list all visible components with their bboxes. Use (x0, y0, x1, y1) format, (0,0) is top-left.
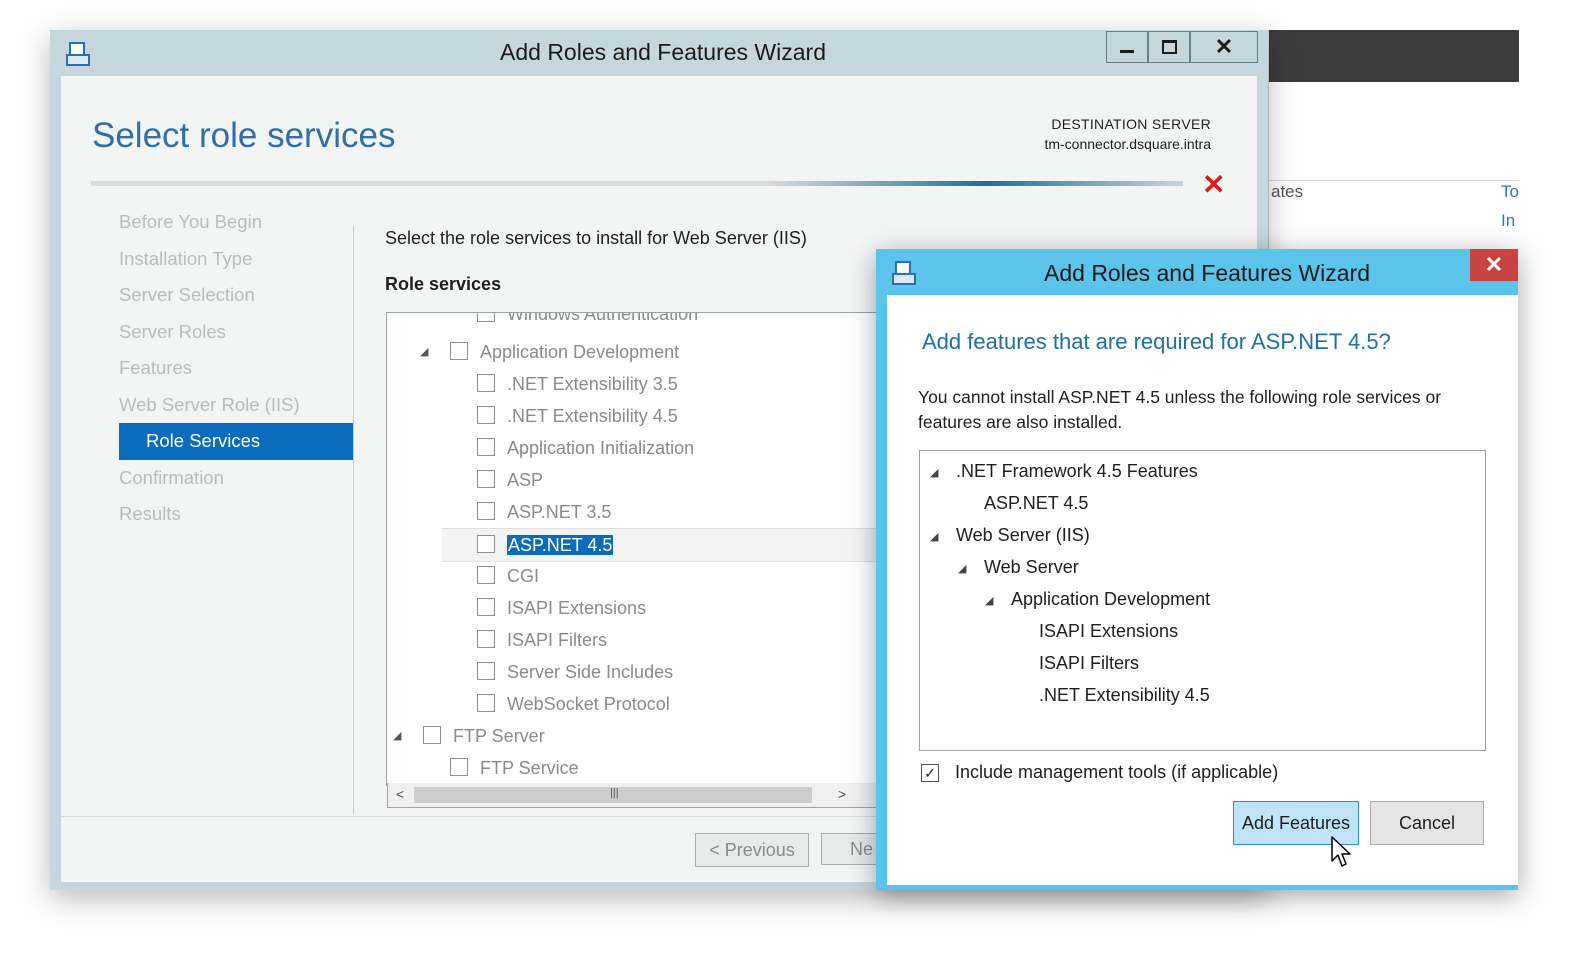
close-icon: ✕ (1484, 252, 1504, 277)
include-management-tools-checkbox[interactable]: ✓ (921, 763, 939, 782)
checkbox[interactable] (477, 630, 495, 649)
feature-item: ◢ Web Server (IIS) (930, 525, 1090, 545)
nav-results[interactable]: Results (119, 496, 353, 533)
feature-item: ◢ Web Server (958, 557, 1079, 577)
tree-item-application-development[interactable]: ◢ Application Development (420, 336, 679, 368)
background-window-titlebar (1269, 30, 1519, 82)
background-text: ates (1271, 182, 1304, 201)
minimize-button[interactable] (1106, 31, 1148, 63)
main-window-title: Add Roles and Features Wizard (500, 39, 826, 65)
nav-web-server-role[interactable]: Web Server Role (IIS) (119, 387, 353, 424)
feature-item: ◢ .NET Framework 4.5 Features (930, 461, 1198, 481)
main-titlebar[interactable]: Add Roles and Features Wizard ✕ (50, 30, 1268, 76)
close-button[interactable]: ✕ (1190, 31, 1258, 63)
checkmark-icon: ✓ (924, 764, 936, 781)
wizard-nav: Before You Begin Installation Type Serve… (119, 204, 353, 533)
progress-line (91, 181, 1183, 186)
required-features-dialog: Add Roles and Features Wizard ✕ Add feat… (876, 249, 1518, 890)
background-link-1[interactable]: To (1501, 182, 1519, 202)
nav-before-you-begin[interactable]: Before You Begin (119, 204, 353, 241)
cancel-button[interactable]: Cancel (1370, 801, 1484, 845)
checkbox[interactable] (477, 598, 495, 617)
background-divider (1269, 180, 1519, 181)
checkbox[interactable] (423, 726, 441, 745)
required-features-list: ◢ .NET Framework 4.5 Features ASP.NET 4.5… (919, 450, 1486, 751)
tree-item[interactable]: ISAPI Filters (477, 624, 607, 656)
tree-item[interactable]: WebSocket Protocol (477, 688, 670, 720)
tree-item[interactable]: .NET Extensibility 3.5 (477, 368, 678, 400)
tree-item[interactable]: ASP (477, 464, 543, 496)
tree-item[interactable]: Server Side Includes (477, 656, 673, 688)
collapse-arrow-icon[interactable]: ◢ (420, 336, 428, 368)
tree-item[interactable]: ASP.NET 3.5 (477, 496, 611, 528)
checkbox[interactable] (450, 758, 468, 777)
dialog-heading: Add features that are required for ASP.N… (922, 329, 1391, 354)
checkbox[interactable] (477, 374, 495, 393)
feature-item: ISAPI Extensions (1039, 621, 1179, 641)
checkbox[interactable] (477, 470, 495, 489)
checkbox[interactable] (477, 535, 495, 554)
feature-item: .NET Extensibility 4.5 (1039, 685, 1210, 705)
dialog-description: You cannot install ASP.NET 4.5 unless th… (918, 387, 1442, 432)
tree-item-selected[interactable]: ASP.NET 4.5 (442, 528, 877, 562)
dialog-titlebar[interactable]: Add Roles and Features Wizard ✕ (876, 249, 1518, 293)
tree-item[interactable]: FTP Service (450, 752, 579, 784)
tree-item-ftp-server[interactable]: ◢ FTP Server (393, 720, 545, 752)
mouse-cursor-icon (1331, 836, 1351, 867)
role-services-label: Role services (385, 274, 502, 294)
maximize-icon (1161, 40, 1177, 54)
tree-item[interactable]: CGI (477, 560, 539, 592)
checkbox[interactable] (477, 313, 495, 323)
nav-features[interactable]: Features (119, 350, 353, 387)
nav-divider (353, 226, 354, 814)
checkbox[interactable] (477, 438, 495, 457)
nav-server-selection[interactable]: Server Selection (119, 277, 353, 314)
include-management-tools-label: Include management tools (if applicable) (955, 762, 1279, 782)
dialog-client-area: Add features that are required for ASP.N… (887, 295, 1518, 885)
dialog-title: Add Roles and Features Wizard (1044, 260, 1370, 286)
horizontal-scrollbar[interactable]: < ||| > (387, 783, 879, 808)
destination-server-name: tm-connector.dsquare.intra (1044, 136, 1211, 152)
feature-item: ◢ Application Development (985, 589, 1211, 609)
destination-server-label: DESTINATION SERVER (1051, 116, 1211, 132)
instruction-text: Select the role services to install for … (385, 228, 807, 248)
nav-server-roles[interactable]: Server Roles (119, 314, 353, 351)
previous-button[interactable]: < Previous (695, 833, 809, 867)
collapse-arrow-icon[interactable]: ◢ (930, 466, 938, 479)
feature-item: ASP.NET 4.5 (984, 493, 1089, 513)
error-icon[interactable]: ✕ (1202, 168, 1225, 201)
nav-role-services[interactable]: Role Services (119, 423, 353, 460)
checkbox[interactable] (477, 566, 495, 585)
scroll-right-icon[interactable]: > (838, 786, 846, 802)
checkbox[interactable] (477, 662, 495, 681)
checkbox[interactable] (477, 502, 495, 521)
tree-item[interactable]: Application Initialization (477, 432, 694, 464)
nav-installation-type[interactable]: Installation Type (119, 241, 353, 278)
collapse-arrow-icon[interactable]: ◢ (958, 562, 966, 575)
maximize-button[interactable] (1148, 31, 1190, 63)
checkbox[interactable] (450, 342, 468, 361)
include-management-tools-row[interactable]: ✓ Include management tools (if applicabl… (921, 762, 1278, 783)
tree-item[interactable]: Windows Authentication (477, 313, 698, 330)
checkbox[interactable] (477, 406, 495, 425)
grip-icon: ||| (610, 787, 619, 799)
minimize-icon (1120, 49, 1134, 53)
background-link-2[interactable]: In (1501, 211, 1515, 231)
tree-item[interactable]: ISAPI Extensions (477, 592, 646, 624)
role-services-tree[interactable]: Windows Authentication ◢ Application Deve… (386, 312, 878, 786)
collapse-arrow-icon[interactable]: ◢ (985, 594, 993, 607)
close-icon: ✕ (1214, 34, 1234, 59)
scroll-left-icon[interactable]: < (396, 786, 404, 802)
feature-item: ISAPI Filters (1039, 653, 1140, 673)
collapse-arrow-icon[interactable]: ◢ (930, 530, 938, 543)
page-title: Select role services (92, 116, 396, 155)
dialog-close-button[interactable]: ✕ (1470, 249, 1518, 281)
nav-confirmation[interactable]: Confirmation (119, 460, 353, 497)
wizard-app-icon (892, 261, 916, 285)
wizard-app-icon (66, 42, 90, 66)
tree-item[interactable]: .NET Extensibility 4.5 (477, 400, 678, 432)
collapse-arrow-icon[interactable]: ◢ (393, 720, 401, 752)
checkbox[interactable] (477, 694, 495, 713)
